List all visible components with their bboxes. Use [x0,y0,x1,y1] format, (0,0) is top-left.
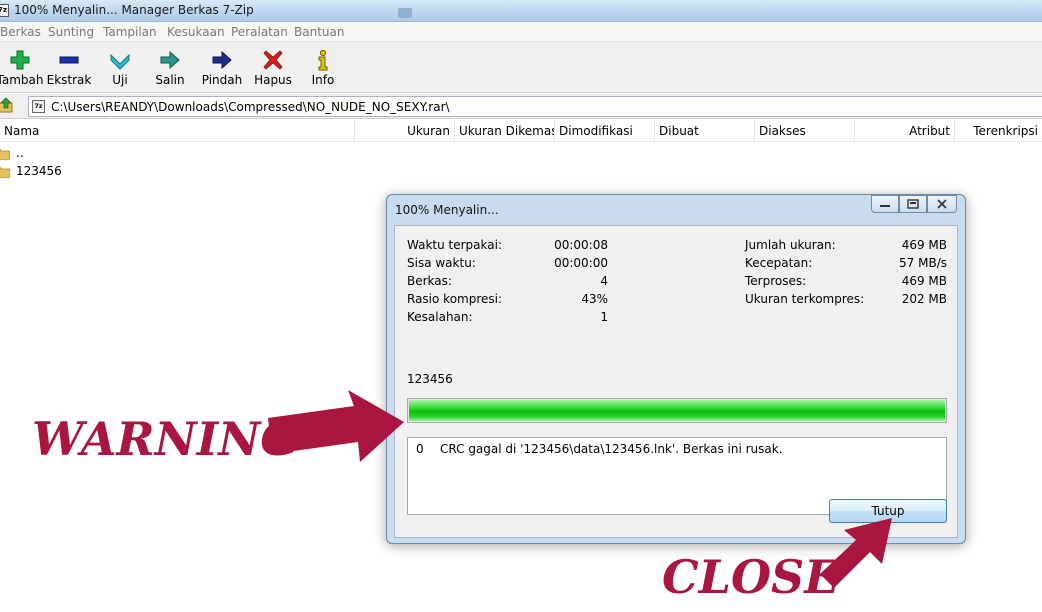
dialog-body: Waktu terpakai: 00:00:08 Sisa waktu: 00:… [394,225,958,538]
delete-button[interactable]: Hapus [250,42,296,93]
stat-label: Kecepatan: [745,256,813,270]
menu-tampilan[interactable]: Tampilan [103,25,157,39]
copy-button-label: Salin [155,73,185,87]
error-number: 0 [416,442,424,456]
column-nama[interactable]: Nama [0,120,355,142]
column-dibuat[interactable]: Dibuat [655,120,755,142]
close-arrow-icon [820,518,892,588]
add-button[interactable]: Tambah [0,42,44,93]
progress-fill [409,400,945,421]
stat-label: Rasio kompresi: [407,292,503,306]
check-chevron-icon [110,53,130,70]
archive-file-icon: 7z [32,100,45,113]
close-icon [937,199,947,209]
warning-annotation: WARNING [32,412,300,466]
titlebar-glow [398,8,412,18]
address-path: C:\Users\REANDY\Downloads\Compressed\NO_… [51,100,450,114]
stat-value: 00:00:08 [554,238,608,252]
stat-label: Waktu terpakai: [407,238,502,252]
stat-value: 43% [581,292,608,306]
dialog-title: 100% Menyalin... [395,203,499,217]
delete-button-label: Hapus [254,73,292,87]
stat-value: 00:00:00 [554,256,608,270]
copy-arrow-icon [160,50,180,70]
stat-label: Sisa waktu: [407,256,476,270]
menu-sunting[interactable]: Sunting [48,25,94,39]
app-icon: 7z [0,4,9,17]
stat-value: 469 MB [901,274,947,288]
test-button-label: Uji [112,73,128,87]
menu-peralatan[interactable]: Peralatan [231,25,288,39]
column-ukuran[interactable]: Ukuran [355,120,455,142]
test-button[interactable]: Uji [100,42,140,93]
file-name: 123456 [16,164,62,178]
warning-arrow-icon [268,390,404,462]
menu-bantuan[interactable]: Bantuan [294,25,344,39]
column-ukuran-dikemas[interactable]: Ukuran Dikemas [455,120,555,142]
file-name: .. [16,146,24,160]
current-item: 123456 [407,372,453,386]
address-field[interactable]: 7z C:\Users\REANDY\Downloads\Compressed\… [28,96,1042,117]
file-row-parent[interactable]: .. [0,145,300,163]
stat-label: Berkas: [407,274,452,288]
maximize-button[interactable] [899,195,927,213]
add-button-label: Tambah [0,73,44,87]
stat-value: 4 [600,274,608,288]
copy-button[interactable]: Salin [148,42,192,93]
address-bar: 7z C:\Users\REANDY\Downloads\Compressed\… [0,94,1042,119]
minimize-icon [880,205,890,207]
progress-bar [407,398,947,423]
window-title: 100% Menyalin... Manager Berkas 7-Zip [14,3,254,17]
column-atribut[interactable]: Atribut [855,120,955,142]
stat-value: 202 MB [901,292,947,306]
minimize-button[interactable] [871,195,899,213]
error-message: CRC gagal di '123456\data\123456.lnk'. B… [440,442,783,456]
column-terenkripsi[interactable]: Terenkripsi [955,120,1042,142]
stat-label: Ukuran terkompres: [745,292,865,306]
column-diakses[interactable]: Diakses [755,120,855,142]
folder-up-icon[interactable] [0,97,14,113]
menu-berkas[interactable]: Berkas [0,25,41,39]
stat-label: Kesalahan: [407,310,473,324]
stat-value: 57 MB/s [899,256,947,270]
stat-label: Terproses: [745,274,807,288]
move-button[interactable]: Pindah [198,42,246,93]
stat-label: Jumlah ukuran: [745,238,836,252]
folder-icon [0,166,10,178]
close-annotation: CLOSE [662,550,840,604]
menu-bar: Berkas Sunting Tampilan Kesukaan Peralat… [0,22,1042,42]
extract-button-label: Ekstrak [46,73,92,87]
column-header: Nama Ukuran Ukuran Dikemas Dimodifikasi … [0,120,1042,142]
move-button-label: Pindah [201,73,243,87]
maximize-icon [907,199,919,209]
move-arrow-icon [212,50,232,70]
file-row-123456[interactable]: 123456 [0,163,300,181]
window-titlebar: 7z 100% Menyalin... Manager Berkas 7-Zip [0,0,1042,22]
delete-x-icon [263,50,283,70]
close-window-button[interactable] [927,195,957,213]
stat-value: 469 MB [901,238,947,252]
folder-icon [0,148,10,160]
column-dimodifikasi[interactable]: Dimodifikasi [555,120,655,142]
minus-icon [59,56,79,64]
info-icon [318,49,328,71]
menu-kesukaan[interactable]: Kesukaan [167,25,225,39]
plus-icon [10,50,30,70]
info-button[interactable]: Info [302,42,344,93]
stat-value: 1 [600,310,608,324]
info-button-label: Info [311,73,335,87]
toolbar: Tambah Ekstrak Uji Salin Pindah Hapus In… [0,42,1042,93]
extract-button[interactable]: Ekstrak [46,42,92,93]
progress-dialog: 100% Menyalin... Waktu terpakai: 00:00:0… [386,194,966,544]
